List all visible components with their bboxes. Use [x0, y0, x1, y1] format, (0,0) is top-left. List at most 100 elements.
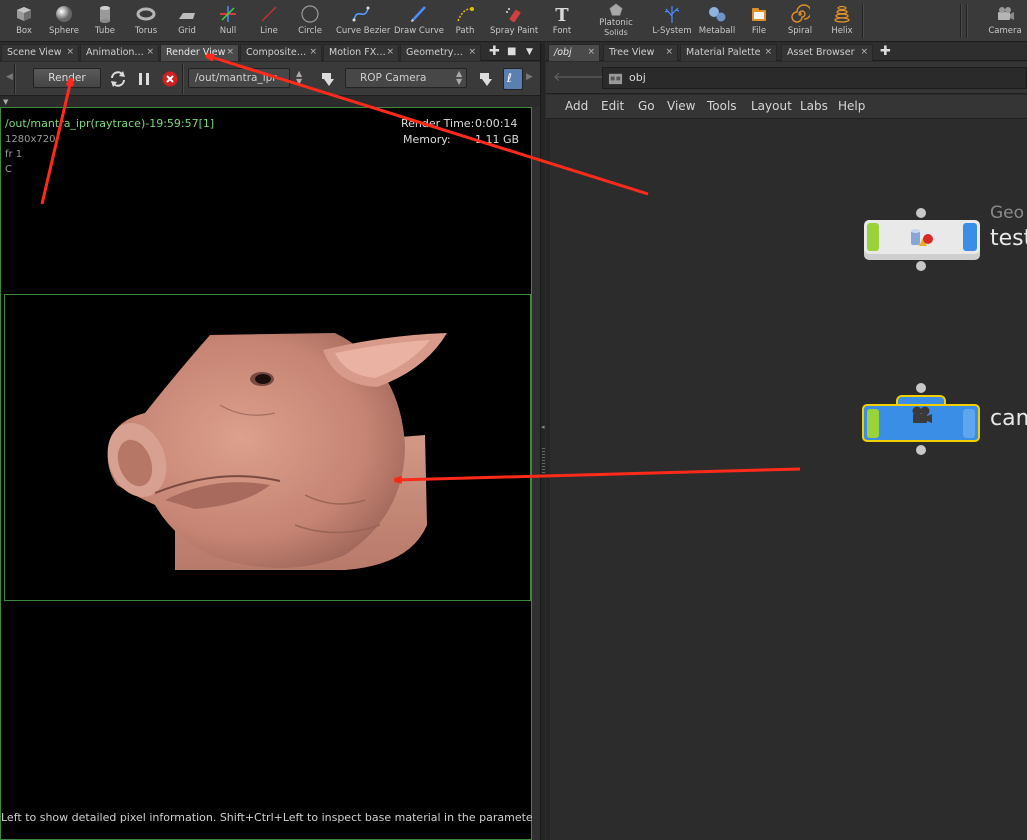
helix-tool[interactable]: Helix: [820, 0, 864, 42]
splitter-grip-icon[interactable]: [542, 448, 545, 478]
node-test-type: Geo: [990, 203, 1025, 223]
menu-labs[interactable]: Labs: [800, 99, 828, 113]
display-flag[interactable]: [867, 223, 879, 251]
platonic-solids-tool[interactable]: Platonic Solids: [592, 0, 640, 42]
menu-add[interactable]: Add: [565, 99, 588, 113]
close-icon[interactable]: ×: [764, 47, 772, 57]
add-tab-icon[interactable]: ✚: [880, 44, 891, 60]
platonic-solids-label: Platonic: [599, 18, 633, 28]
tab-motion-fx[interactable]: Motion FX… ×: [323, 44, 399, 61]
render-viewport[interactable]: /out/mantra_ipr(raytrace)-19:59:57[1] 12…: [0, 107, 533, 840]
display-flag[interactable]: [867, 409, 879, 438]
stop-render-icon[interactable]: [160, 69, 180, 89]
font-tool[interactable]: T Font: [540, 0, 584, 42]
metaball-tool[interactable]: Metaball: [695, 0, 739, 42]
box-tool[interactable]: Box: [2, 0, 46, 42]
menu-go[interactable]: Go: [638, 99, 655, 113]
tab-label: Animation…: [86, 47, 144, 58]
font-label: Font: [552, 26, 572, 36]
null-label: Null: [219, 26, 237, 36]
render-view-scrollbar[interactable]: [532, 107, 540, 840]
tab-geometry[interactable]: Geometry… ×: [400, 44, 481, 61]
rendered-image[interactable]: [4, 294, 531, 601]
menu-layout[interactable]: Layout: [751, 99, 792, 113]
tab-material-palette[interactable]: Material Palette ×: [680, 44, 777, 61]
pause-icon[interactable]: [134, 69, 154, 89]
path-tool[interactable]: Path: [443, 0, 487, 42]
menu-tools[interactable]: Tools: [707, 99, 737, 113]
torus-tool[interactable]: Torus: [124, 0, 168, 42]
line-tool[interactable]: Line: [247, 0, 291, 42]
null-tool[interactable]: Null: [206, 0, 250, 42]
render-flag[interactable]: [963, 223, 977, 251]
close-icon[interactable]: ×: [66, 47, 74, 57]
curve-bezier-tool[interactable]: Curve Bezier: [336, 0, 390, 42]
toolbar-scroll-right-icon[interactable]: ▶: [526, 72, 533, 82]
spray-paint-label: Spray Paint: [490, 26, 539, 36]
render-button[interactable]: Render: [33, 68, 101, 88]
tab-asset-browser[interactable]: Asset Browser ×: [781, 44, 873, 61]
tab-animation[interactable]: Animation… ×: [80, 44, 159, 61]
shelf-divider: [960, 4, 962, 38]
node-output-connector[interactable]: [916, 261, 926, 271]
add-tab-icon[interactable]: ✚: [489, 44, 500, 60]
left-pane-tabbar: Scene View × Animation… × Render View × Com…: [0, 43, 540, 61]
menu-edit[interactable]: Edit: [601, 99, 624, 113]
tab-render-view[interactable]: Render View ×: [160, 44, 239, 61]
geometry-node-icon: [911, 229, 933, 246]
pane-menu-chevron-icon[interactable]: ▼: [526, 44, 533, 60]
render-flag[interactable]: [963, 409, 975, 438]
file-tool[interactable]: File: [737, 0, 781, 42]
tab-label: Asset Browser: [787, 47, 855, 58]
l-system-tool[interactable]: L-System: [649, 0, 695, 42]
close-icon[interactable]: ×: [587, 47, 595, 57]
close-icon[interactable]: ×: [386, 47, 394, 57]
tab-composite[interactable]: Composite… ×: [240, 44, 322, 61]
node-cam[interactable]: [862, 404, 980, 442]
network-path-field[interactable]: obj: [602, 67, 1027, 89]
tube-tool[interactable]: Tube: [83, 0, 127, 42]
node-cam-name[interactable]: cam: [990, 406, 1027, 431]
close-icon[interactable]: ×: [468, 47, 476, 57]
node-input-connector[interactable]: [916, 383, 926, 393]
render-region-toggle[interactable]: ℓ: [503, 68, 523, 90]
close-icon[interactable]: ×: [309, 47, 317, 57]
output-stepper-icon[interactable]: ▲ ▼: [296, 70, 302, 86]
close-icon[interactable]: ×: [860, 47, 868, 57]
pick-node-icon[interactable]: [318, 69, 338, 89]
path-icon: [457, 7, 474, 22]
pick-camera-icon[interactable]: [476, 69, 496, 89]
refresh-icon[interactable]: [108, 69, 128, 89]
draw-curve-tool[interactable]: Draw Curve: [394, 0, 444, 42]
circle-tool[interactable]: Circle: [288, 0, 332, 42]
node-test-name[interactable]: test: [990, 226, 1027, 251]
tab-tree-view[interactable]: Tree View ×: [603, 44, 678, 61]
node-input-connector[interactable]: [916, 208, 926, 218]
render-output-path-field[interactable]: /out/mantra_ipr: [188, 68, 290, 88]
grid-tool[interactable]: Grid: [165, 0, 209, 42]
collapse-left-icon[interactable]: ◂: [541, 423, 545, 431]
maximize-pane-icon[interactable]: ■: [507, 44, 516, 60]
spiral-tool[interactable]: Spiral: [778, 0, 822, 42]
metaball-icon: [709, 7, 726, 22]
line-label: Line: [260, 26, 278, 36]
pane-splitter[interactable]: ◂: [540, 43, 545, 840]
collapse-toolbar-icon[interactable]: ▼: [3, 98, 8, 106]
tab-scene-view[interactable]: Scene View ×: [1, 44, 79, 61]
sphere-tool[interactable]: Sphere: [42, 0, 86, 42]
toolbar-scroll-left-icon[interactable]: ◀: [6, 72, 13, 82]
node-output-connector[interactable]: [916, 445, 926, 455]
spray-paint-tool[interactable]: Spray Paint: [490, 0, 538, 42]
close-icon[interactable]: ×: [226, 47, 234, 57]
menu-view[interactable]: View: [667, 99, 695, 113]
curve-bezier-icon: [352, 6, 370, 22]
camera-stepper-icon[interactable]: ▲ ▼: [456, 70, 462, 86]
tab-obj[interactable]: /obj ×: [548, 44, 600, 61]
render-camera-field[interactable]: ROP Camera: [345, 68, 467, 88]
menu-help[interactable]: Help: [838, 99, 865, 113]
close-icon[interactable]: ×: [146, 47, 154, 57]
close-icon[interactable]: ×: [665, 47, 673, 57]
node-test[interactable]: [864, 220, 980, 254]
camera-tool[interactable]: Camera: [983, 0, 1027, 42]
helix-label: Helix: [831, 26, 853, 36]
